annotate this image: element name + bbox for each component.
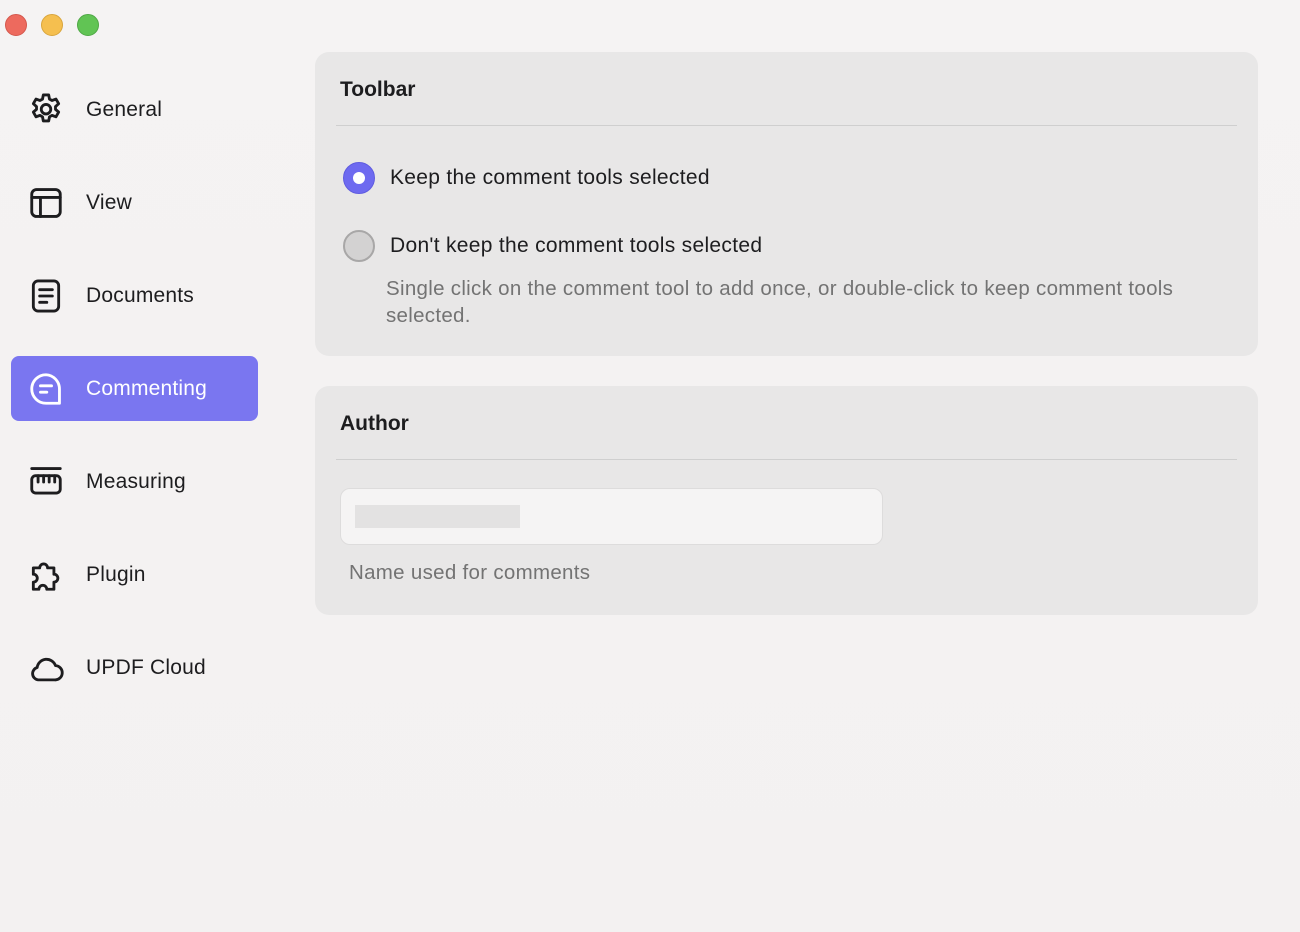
sidebar-item-label: Commenting [86, 376, 208, 400]
sidebar-item-label: Documents [86, 283, 195, 307]
minimize-window-button[interactable] [41, 14, 63, 36]
author-settings-panel: Author Name used for comments [315, 386, 1258, 615]
radio-label: Keep the comment tools selected [390, 166, 710, 189]
sidebar-item-measuring[interactable]: Measuring [11, 449, 258, 514]
preferences-sidebar: General View Documents Commenting Measur… [11, 77, 258, 728]
document-icon [27, 277, 65, 315]
sidebar-item-label: General [86, 97, 163, 121]
sidebar-item-documents[interactable]: Documents [11, 263, 258, 328]
author-name-input[interactable] [355, 505, 520, 528]
keep-tools-selected-option[interactable]: Keep the comment tools selected [343, 162, 710, 194]
radio-button-unselected[interactable] [343, 230, 375, 262]
section-title: Toolbar [340, 78, 416, 101]
gear-icon [27, 91, 65, 129]
sidebar-item-label: Measuring [86, 469, 186, 493]
ruler-icon [27, 463, 65, 501]
comment-icon [27, 370, 65, 408]
author-name-field[interactable] [340, 488, 883, 545]
maximize-window-button[interactable] [77, 14, 99, 36]
section-divider [336, 459, 1237, 460]
puzzle-icon [27, 556, 65, 594]
preferences-window: General View Documents Commenting Measur… [0, 0, 1300, 932]
sidebar-item-updf-cloud[interactable]: UPDF Cloud [11, 635, 258, 700]
sidebar-item-label: Plugin [86, 562, 146, 586]
option-hint-text: Single click on the comment tool to add … [386, 277, 1174, 327]
sidebar-item-plugin[interactable]: Plugin [11, 542, 258, 607]
radio-button-selected[interactable] [343, 162, 375, 194]
cloud-icon [27, 649, 65, 687]
author-field-caption: Name used for comments [349, 561, 591, 584]
window-controls [5, 14, 99, 36]
sidebar-item-general[interactable]: General [11, 77, 258, 142]
sidebar-item-view[interactable]: View [11, 170, 258, 235]
toolbar-settings-panel: Toolbar Keep the comment tools selected … [315, 52, 1258, 356]
layout-icon [27, 184, 65, 222]
sidebar-item-label: UPDF Cloud [86, 655, 206, 679]
section-title: Author [340, 412, 409, 435]
sidebar-item-label: View [86, 190, 132, 214]
section-divider [336, 125, 1237, 126]
sidebar-item-commenting[interactable]: Commenting [11, 356, 258, 421]
dont-keep-tools-selected-option[interactable]: Don't keep the comment tools selected [343, 230, 762, 262]
close-window-button[interactable] [5, 14, 27, 36]
radio-label: Don't keep the comment tools selected [390, 234, 763, 257]
